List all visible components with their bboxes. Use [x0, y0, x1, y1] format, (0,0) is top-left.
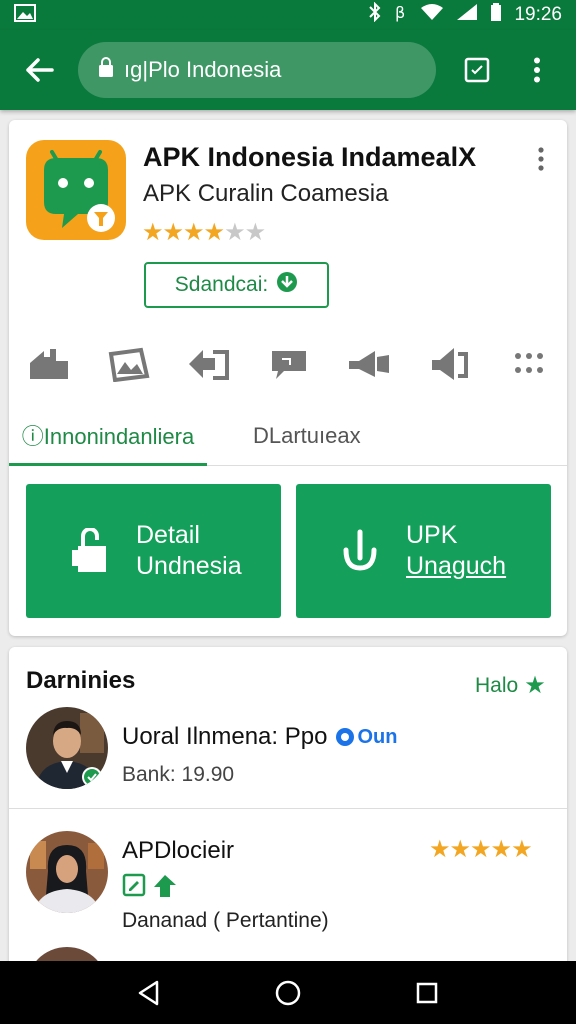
- back-arrow-icon[interactable]: [16, 47, 62, 93]
- download-tile-line1: UPK: [406, 521, 458, 549]
- system-nav-bar: [0, 961, 576, 1024]
- review-stars: ★★★★★: [429, 835, 533, 864]
- image-icon: [14, 3, 36, 27]
- reviewer-name: Uoral Ilnmena: Ppo Oun: [122, 723, 397, 751]
- star-icon: ★: [524, 672, 546, 699]
- more-vert-icon[interactable]: [514, 47, 560, 93]
- detail-tile[interactable]: Detail Undnesia: [26, 484, 281, 618]
- reviewer-name-text: Uoral Ilnmena: Ppo: [122, 723, 328, 750]
- review-text: Dananad ( Pertantine): [122, 909, 329, 932]
- verified-badge-text: Oun: [357, 725, 398, 748]
- avatar: [26, 707, 108, 789]
- reviews-header: Darninies: [26, 667, 136, 694]
- detail-tile-line2: Undnesia: [136, 552, 242, 580]
- status-bar: β 19:26: [0, 0, 576, 30]
- download-tile[interactable]: UPK Unaguch: [296, 484, 551, 618]
- edit-icon[interactable]: [122, 873, 146, 904]
- install-button[interactable]: Sdandcai:: [144, 262, 329, 308]
- address-bar[interactable]: ıg|Plo Indonesia: [78, 42, 436, 98]
- share-icon[interactable]: [187, 342, 231, 386]
- stars-filled: ★★★★: [142, 219, 225, 246]
- wifi-icon: [420, 3, 444, 27]
- tab-bar: ⓘInnonindanliera DLartuıeax: [9, 406, 567, 466]
- review-tags: [122, 873, 178, 904]
- tab-details[interactable]: DLartuıeax: [253, 406, 361, 466]
- recents-square-icon[interactable]: [403, 969, 451, 1017]
- tab-info[interactable]: ⓘInnonindanliera: [9, 406, 207, 466]
- download-tile-line2: Unaguch: [406, 552, 507, 580]
- url-text: ıg|Plo Indonesia: [124, 57, 282, 82]
- browser-toolbar: ıg|Plo Indonesia: [0, 30, 576, 110]
- feature-icon-row: [27, 342, 551, 386]
- back-triangle-icon[interactable]: [125, 969, 173, 1017]
- speaker-icon[interactable]: [347, 342, 391, 386]
- battery-icon: [490, 3, 502, 27]
- app-subtitle: APK Curalin Coamesia: [143, 180, 389, 207]
- data-icon: β: [394, 2, 408, 28]
- stars-empty: ★★: [224, 219, 266, 246]
- download-circle-icon: [276, 271, 298, 299]
- bag-icon: [60, 528, 120, 574]
- detail-tile-line1: Detail: [136, 521, 200, 549]
- home-circle-icon[interactable]: [264, 969, 312, 1017]
- review-item[interactable]: APDlocieir ★★★★★ Dananad ( Pertantine): [9, 827, 567, 957]
- lock-icon: [98, 56, 114, 84]
- app-title: APK Indonesia IndamealX: [143, 142, 477, 172]
- review-item[interactable]: Uoral Ilnmena: Ppo Oun Bank: 19.90: [9, 705, 567, 809]
- review-stars-text: ★★★★★: [429, 836, 533, 863]
- bluetooth-icon: [368, 1, 382, 28]
- reviews-link[interactable]: Halo ★: [475, 671, 546, 700]
- tab-icon[interactable]: [454, 47, 500, 93]
- signal-icon: [456, 3, 478, 27]
- grid-icon[interactable]: [507, 342, 551, 386]
- circle-badge-icon: [336, 728, 355, 746]
- verified-badge: Oun: [335, 726, 397, 749]
- download-icon: [330, 528, 390, 574]
- reviews-card: Darninies Halo ★ Uoral Ilnmena: Ppo Oun: [9, 647, 567, 977]
- app-detail-card: APK Indonesia IndamealX APK Curalin Coam…: [9, 120, 567, 636]
- volume-icon[interactable]: [427, 342, 471, 386]
- chat-icon[interactable]: [267, 342, 311, 386]
- reviews-link-label: Halo: [475, 673, 519, 697]
- gallery-icon[interactable]: [107, 342, 151, 386]
- app-icon[interactable]: [26, 140, 126, 240]
- app-menu-icon[interactable]: [527, 144, 555, 180]
- avatar: [26, 831, 108, 913]
- status-time: 19:26: [514, 4, 562, 25]
- install-label: Sdandcai:: [174, 273, 269, 296]
- app-rating-stars: ★★★★★★: [142, 218, 266, 247]
- review-meta: Bank: 19.90: [122, 763, 235, 786]
- reviewer-name: APDlocieir: [122, 837, 235, 864]
- home-icon[interactable]: [27, 342, 71, 386]
- svg-text:β: β: [395, 3, 405, 22]
- award-icon[interactable]: [152, 873, 178, 904]
